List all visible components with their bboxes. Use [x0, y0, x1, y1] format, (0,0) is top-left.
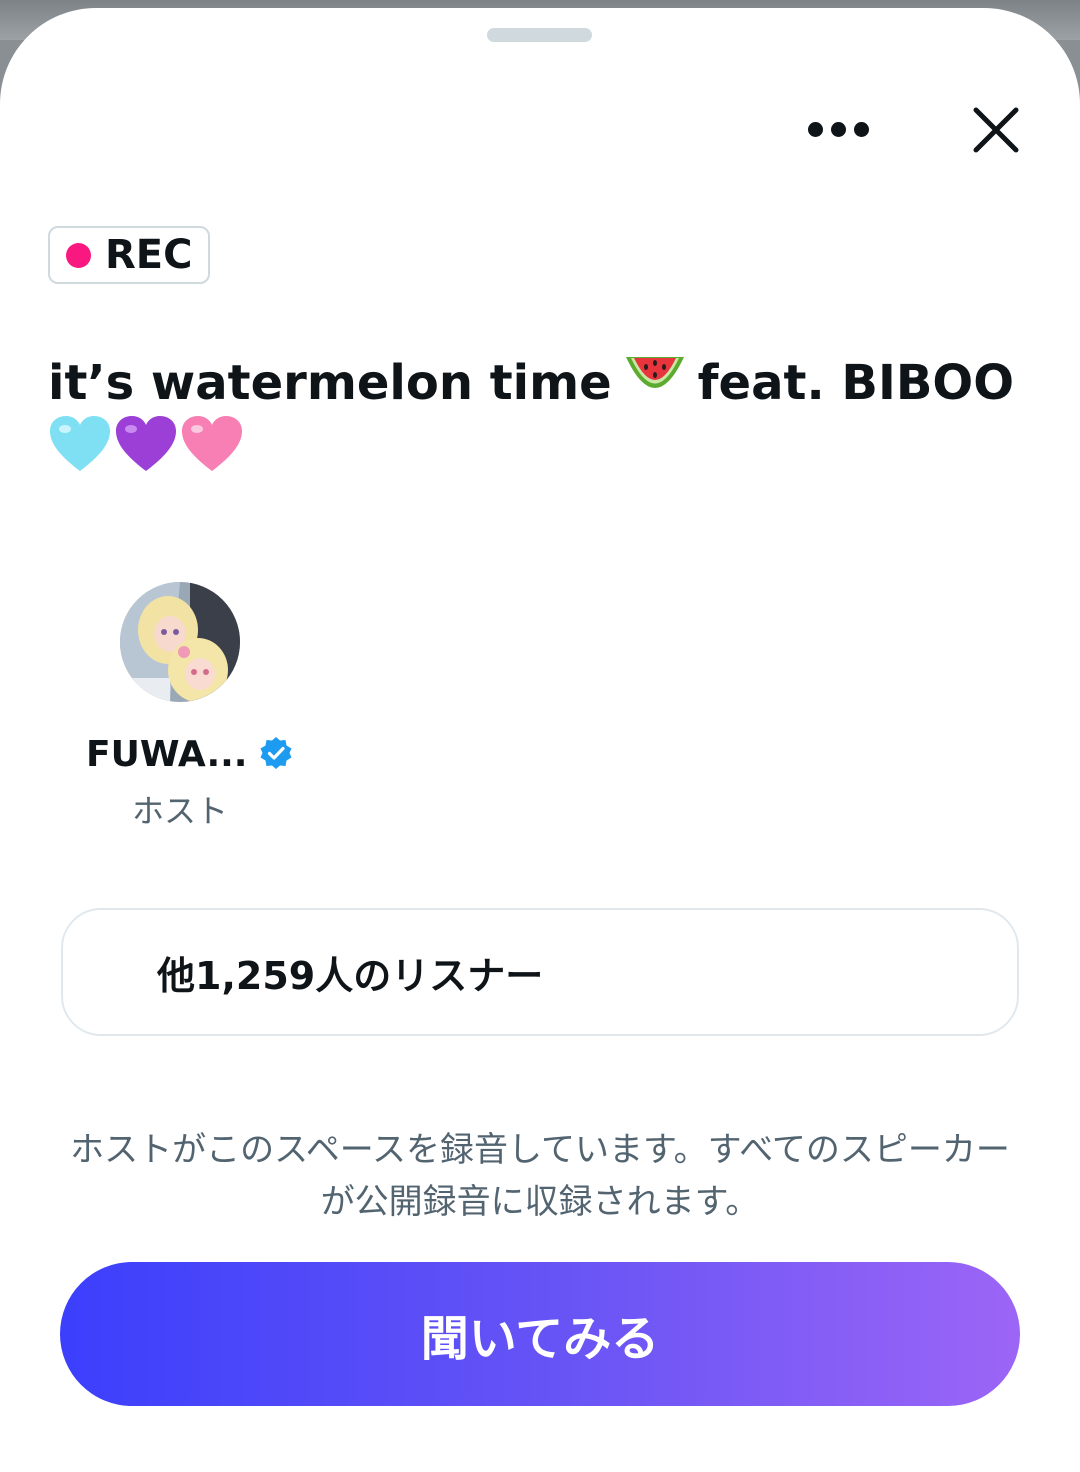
more-dot — [853, 121, 869, 137]
sheet-grabber-handle[interactable] — [487, 28, 592, 42]
pink-heart-icon — [180, 415, 244, 492]
listen-button[interactable]: 聞いてみる — [60, 1262, 1020, 1406]
listeners-count-button[interactable]: 他1,259人のリスナー — [61, 908, 1019, 1036]
space-title: it’s watermelon time feat. BIBOO — [48, 348, 1038, 488]
verified-badge-icon — [259, 736, 293, 774]
more-horizontal-icon — [807, 121, 823, 137]
recording-notice-text: ホストがこのスペースを録音しています。すべてのスピーカーが公開録音に収録されます… — [70, 1130, 1010, 1222]
listeners-count-label: 他1,259人のリスナー — [157, 953, 544, 998]
recording-dot-icon — [66, 242, 91, 268]
more-options-button[interactable] — [795, 98, 881, 160]
space-title-text: it’s watermelon time — [48, 355, 612, 411]
space-bottom-sheet: REC it’s watermelon time feat. BIBOO FUW… — [0, 8, 1080, 1472]
host-speaker[interactable]: FUWA... ホスト — [80, 580, 292, 830]
host-name: FUWA... — [86, 734, 248, 775]
watermelon-icon — [624, 348, 686, 418]
recording-badge: REC — [48, 226, 210, 284]
light-blue-heart-icon — [48, 415, 112, 492]
more-dot — [830, 121, 846, 137]
close-icon — [973, 107, 1019, 153]
host-role-label: ホスト — [131, 792, 228, 830]
space-title-feature: feat. BIBOO — [697, 355, 1015, 411]
host-avatar[interactable] — [120, 582, 240, 702]
host-name-row: FUWA... — [86, 734, 293, 775]
close-button[interactable] — [962, 96, 1030, 164]
recording-label: REC — [105, 232, 193, 278]
purple-heart-icon — [114, 415, 178, 492]
